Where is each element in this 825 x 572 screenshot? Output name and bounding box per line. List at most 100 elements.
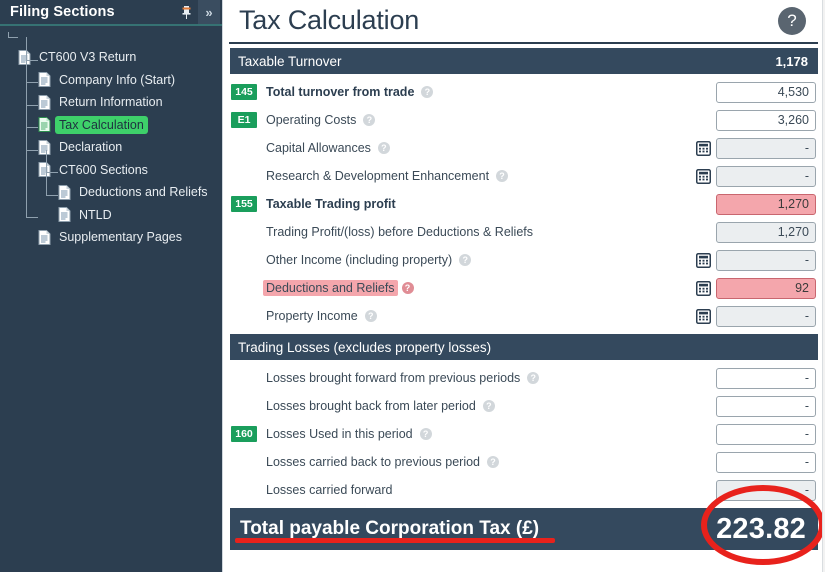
form-row: 160 Losses Used in this period? -	[223, 420, 824, 448]
collapse-sidebar-button[interactable]: »	[198, 0, 220, 24]
sidebar-item-deductions-and-reliefs[interactable]: Deductions and Reliefs	[0, 181, 222, 204]
box-number-badge: 145	[231, 84, 257, 100]
form-row-label: Total turnover from trade?	[263, 84, 696, 100]
sidebar-item-tax-calculation[interactable]: Tax Calculation	[0, 114, 222, 137]
form-row: Capital Allowances? -	[223, 134, 824, 162]
calculator-icon[interactable]	[696, 168, 711, 184]
form-row-label: Operating Costs?	[263, 112, 696, 128]
pin-icon[interactable]	[176, 2, 196, 22]
help-icon[interactable]: ?	[401, 282, 414, 294]
amount-field[interactable]: -	[716, 367, 816, 389]
help-icon[interactable]: ?	[527, 372, 540, 384]
sidebar-item-ntld[interactable]: NTLD	[0, 204, 222, 227]
form-row-label: Other Income (including property)?	[263, 252, 696, 268]
sidebar-item-label: NTLD	[79, 207, 112, 222]
form-row-label-text: Property Income	[266, 309, 358, 323]
form-row: 145 Total turnover from trade? 4,530	[223, 78, 824, 106]
section-band: Trading Losses (excludes property losses…	[230, 334, 818, 360]
badge-spacer	[231, 308, 257, 324]
sidebar-item-return-information[interactable]: Return Information	[0, 91, 222, 114]
form-row-label: Capital Allowances?	[263, 140, 696, 156]
box-number-badge: E1	[231, 112, 257, 128]
calculator-icon[interactable]	[696, 280, 711, 296]
total-payable-value: 223.82	[716, 512, 806, 545]
calculator-slot	[696, 252, 716, 268]
form-row-label-text: Research & Development Enhancement	[266, 169, 490, 183]
sidebar-item-label: Deductions and Reliefs	[79, 185, 208, 199]
filing-sections-tree: CT600 V3 Return Company Info (Start) Retur…	[0, 26, 222, 249]
tree-guide-line	[8, 37, 18, 39]
form-row-label-text: Capital Allowances	[266, 141, 371, 155]
form-row-label-text: Other Income (including property)	[266, 253, 453, 267]
form-row: E1 Operating Costs? 3,260	[223, 106, 824, 134]
amount-field: 1,270	[716, 221, 816, 243]
help-icon[interactable]: ?	[496, 170, 509, 182]
calculator-slot	[696, 140, 716, 156]
form-row-label-text: Losses Used in this period	[266, 427, 413, 441]
form-row-label-text: Deductions and Reliefs	[263, 280, 398, 296]
question-mark-circle-icon[interactable]: ?	[778, 7, 806, 35]
amount-field[interactable]: -	[716, 451, 816, 473]
amount-field: -	[716, 479, 816, 501]
form-row: Research & Development Enhancement? -	[223, 162, 824, 190]
form-row: Property Income? -	[223, 302, 824, 330]
amount-field[interactable]: -	[716, 395, 816, 417]
page-title: Tax Calculation	[239, 4, 420, 35]
help-icon[interactable]: ?	[377, 142, 390, 154]
tree-guide-line	[8, 32, 9, 38]
amount-field[interactable]: 3,260	[716, 109, 816, 131]
form-row: Losses carried forward -	[223, 476, 824, 504]
help-icon[interactable]: ?	[482, 400, 495, 412]
tree-guide-line	[26, 217, 38, 219]
sidebar-item-ct600-sections[interactable]: CT600 Sections	[0, 159, 222, 182]
form-row: Deductions and Reliefs? 92	[223, 274, 824, 302]
calculator-icon[interactable]	[696, 308, 711, 324]
form-row-label-text: Operating Costs	[266, 113, 357, 127]
help-icon[interactable]: ?	[363, 114, 376, 126]
sidebar-item-company-info-start[interactable]: Company Info (Start)	[0, 69, 222, 92]
badge-spacer	[231, 224, 257, 240]
calculator-icon[interactable]	[696, 252, 711, 268]
document-icon	[38, 94, 51, 110]
sidebar-item-label: CT600 Sections	[59, 162, 148, 177]
amount-field[interactable]: 4,530	[716, 81, 816, 103]
form-row-label: Taxable Trading profit	[263, 196, 696, 212]
form-row-label-text: Trading Profit/(loss) before Deductions …	[266, 225, 534, 239]
document-icon	[58, 184, 71, 200]
tree-guide-line	[26, 104, 38, 106]
form-row: Other Income (including property)? -	[223, 246, 824, 274]
form-row: Losses carried back to previous period? -	[223, 448, 824, 476]
form-row: Trading Profit/(loss) before Deductions …	[223, 218, 824, 246]
section-band-label: Trading Losses (excludes property losses…	[238, 339, 492, 355]
help-icon[interactable]: ?	[421, 86, 434, 98]
section-band-label: Taxable Turnover	[238, 53, 342, 69]
sidebar-item-ct600-v3-return[interactable]: CT600 V3 Return	[0, 46, 222, 69]
document-icon	[38, 139, 51, 155]
form-row: Losses brought forward from previous per…	[223, 364, 824, 392]
badge-spacer	[231, 398, 257, 414]
help-icon[interactable]: ?	[459, 254, 472, 266]
section-band: Taxable Turnover 1,178	[230, 48, 818, 74]
form-row-label: Research & Development Enhancement?	[263, 168, 696, 184]
form-row-label: Losses carried forward	[263, 482, 696, 498]
tree-guide-line	[26, 149, 38, 151]
help-icon[interactable]: ?	[364, 310, 377, 322]
tree-guide-line	[46, 172, 58, 174]
help-icon[interactable]: ?	[487, 456, 500, 468]
calculator-icon[interactable]	[696, 140, 711, 156]
tree-guide-line	[26, 82, 38, 84]
sidebar-item-declaration[interactable]: Declaration	[0, 136, 222, 159]
main-content: Tax Calculation ? Taxable Turnover 1,178 1…	[222, 0, 825, 572]
help-icon[interactable]: ?	[419, 428, 432, 440]
sidebar-item-supplementary-pages[interactable]: Supplementary Pages	[0, 226, 222, 249]
document-icon	[18, 49, 31, 65]
amount-field[interactable]: -	[716, 423, 816, 445]
amount-field: 92	[716, 277, 816, 299]
amount-field: 1,270	[716, 193, 816, 215]
sidebar-item-label: Supplementary Pages	[59, 230, 182, 244]
sidebar-item-label: Company Info (Start)	[59, 72, 176, 87]
form-row-label: Losses carried back to previous period?	[263, 454, 696, 470]
box-number-badge: 155	[231, 196, 257, 212]
document-icon	[38, 162, 51, 178]
application-window: Filing Sections » CT600 V3 Return Company…	[0, 0, 825, 572]
